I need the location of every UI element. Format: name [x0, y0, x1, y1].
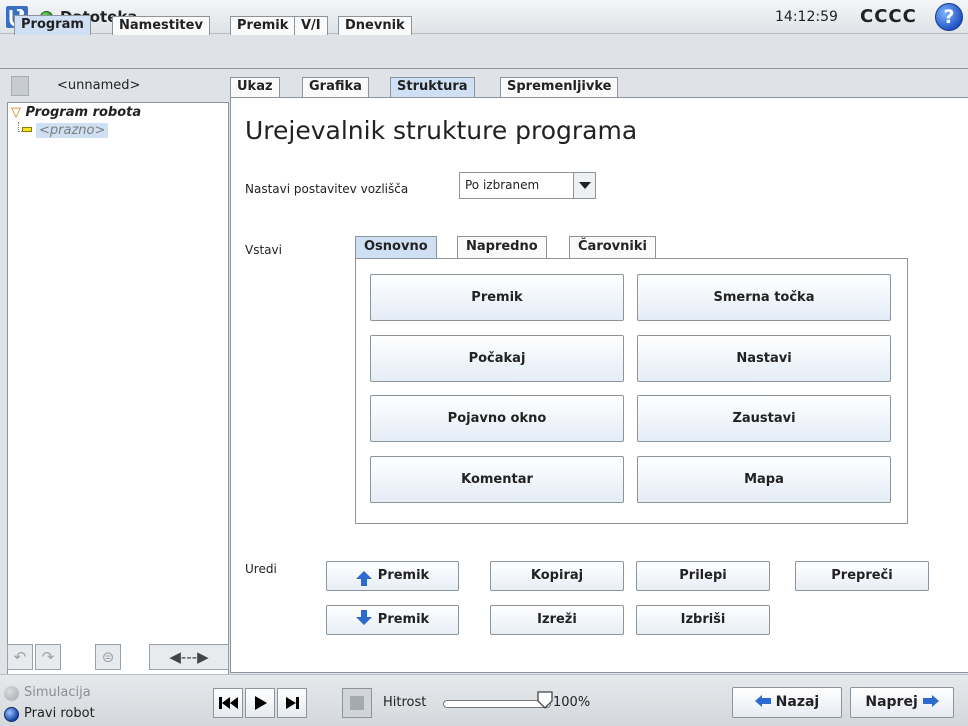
speed-value: 100%: [553, 695, 591, 710]
undo-icon[interactable]: ↶: [7, 644, 33, 670]
tab-installation[interactable]: Namestitev: [112, 16, 210, 35]
insert-comment-button[interactable]: Komentar: [370, 456, 624, 503]
step-button[interactable]: [277, 688, 307, 718]
layout-select[interactable]: Po izbranem: [459, 172, 596, 199]
delete-button[interactable]: Izbriši: [636, 605, 770, 635]
layout-select-value: Po izbranem: [465, 178, 540, 192]
tab-basic[interactable]: Osnovno: [355, 236, 437, 258]
move-down-button[interactable]: Premik: [326, 605, 459, 635]
insert-folder-button[interactable]: Mapa: [637, 456, 891, 503]
step-icon[interactable]: ⊜: [95, 644, 121, 670]
structure-panel: Ukaz Grafika Struktura Spremenljivke Ure…: [230, 72, 968, 673]
insert-panel: Premik Smerna točka Počakaj Nastavi Poja…: [355, 258, 908, 524]
arrow-down-icon: [355, 610, 372, 625]
tab-wizards[interactable]: Čarovniki: [569, 236, 656, 258]
play-button[interactable]: [245, 688, 275, 718]
real-robot-label: Pravi robot: [24, 706, 95, 721]
stop-icon: [350, 696, 364, 710]
back-label: Nazaj: [775, 694, 820, 710]
arrow-up-icon: [355, 571, 372, 586]
tab-move[interactable]: Premik: [230, 16, 296, 35]
insert-halt-button[interactable]: Zaustavi: [637, 395, 891, 442]
next-label: Naprej: [865, 694, 918, 710]
tree-node-empty[interactable]: <prazno>: [36, 123, 109, 138]
real-robot-radio-icon[interactable]: [4, 707, 19, 722]
layout-label: Nastavi postavitev vozlišča: [245, 182, 409, 196]
next-button[interactable]: Naprej: [850, 687, 954, 718]
insert-wait-button[interactable]: Počakaj: [370, 335, 624, 382]
robot-name: CCCC: [860, 6, 917, 27]
move-down-label: Premik: [377, 612, 430, 627]
arrow-left-icon: [754, 695, 771, 707]
simulation-mode[interactable]: Simulacija: [4, 685, 91, 701]
save-icon[interactable]: [11, 76, 29, 96]
insert-label: Vstavi: [245, 243, 282, 257]
insert-set-button[interactable]: Nastavi: [637, 335, 891, 382]
footer-bar: Simulacija Pravi robot Hitrost 100% Naza…: [0, 674, 968, 726]
tree-root[interactable]: ▽ Program robota: [11, 105, 141, 120]
page-title: Urejevalnik strukture programa: [245, 116, 638, 145]
arrow-right-icon: [922, 695, 939, 707]
structure-editor: Urejevalnik strukture programa Nastavi p…: [230, 97, 968, 673]
program-tree-panel: <unnamed> ▽ Program robota <prazno>: [7, 72, 229, 710]
tab-log[interactable]: Dnevnik: [338, 16, 412, 35]
paste-button[interactable]: Prilepi: [636, 561, 770, 591]
move-up-label: Premik: [377, 568, 430, 583]
stop-button[interactable]: [342, 688, 372, 718]
tab-advanced[interactable]: Napredno: [457, 236, 547, 258]
program-name: <unnamed>: [57, 78, 141, 93]
clock: 14:12:59: [775, 9, 838, 25]
collapse-expand-icon[interactable]: ◀---▶: [149, 644, 229, 670]
simulation-label: Simulacija: [24, 685, 91, 700]
back-button[interactable]: Nazaj: [732, 687, 842, 718]
tab-structure[interactable]: Struktura: [390, 77, 475, 97]
tab-divider: [0, 68, 968, 69]
tree-root-label: Program robota: [25, 105, 142, 120]
empty-node-icon: [22, 127, 32, 132]
tab-variables[interactable]: Spremenljivke: [500, 77, 619, 97]
rewind-button[interactable]: [213, 688, 243, 718]
copy-button[interactable]: Kopiraj: [490, 561, 624, 591]
expand-triangle-icon[interactable]: ▽: [11, 105, 21, 120]
slider-handle-icon[interactable]: [537, 691, 553, 709]
insert-waypoint-button[interactable]: Smerna točka: [637, 274, 891, 321]
tab-graphics[interactable]: Grafika: [302, 77, 369, 97]
help-icon[interactable]: ?: [935, 3, 963, 31]
insert-move-button[interactable]: Premik: [370, 274, 624, 321]
move-up-button[interactable]: Premik: [326, 561, 459, 591]
step-forward-icon: [286, 697, 299, 709]
play-icon: [255, 696, 267, 710]
speed-label: Hitrost: [383, 695, 427, 710]
tab-command[interactable]: Ukaz: [230, 77, 280, 97]
tree-toolbar: ↶ ↷ ⊜ ◀---▶: [7, 642, 229, 674]
program-tree[interactable]: ▽ Program robota <prazno>: [7, 102, 229, 710]
insert-popup-button[interactable]: Pojavno okno: [370, 395, 624, 442]
suppress-button[interactable]: Prepreči: [795, 561, 929, 591]
redo-icon[interactable]: ↷: [35, 644, 61, 670]
speed-slider[interactable]: [443, 700, 551, 708]
program-header: <unnamed>: [7, 72, 229, 101]
tab-program[interactable]: Program: [14, 15, 91, 35]
chevron-down-icon[interactable]: [573, 173, 595, 198]
simulation-radio-icon[interactable]: [4, 686, 19, 701]
edit-label: Uredi: [245, 562, 277, 576]
cut-button[interactable]: Izreži: [490, 605, 624, 635]
tab-io[interactable]: V/I: [294, 16, 328, 35]
real-robot-mode[interactable]: Pravi robot: [4, 706, 95, 722]
rewind-icon: [219, 697, 238, 709]
